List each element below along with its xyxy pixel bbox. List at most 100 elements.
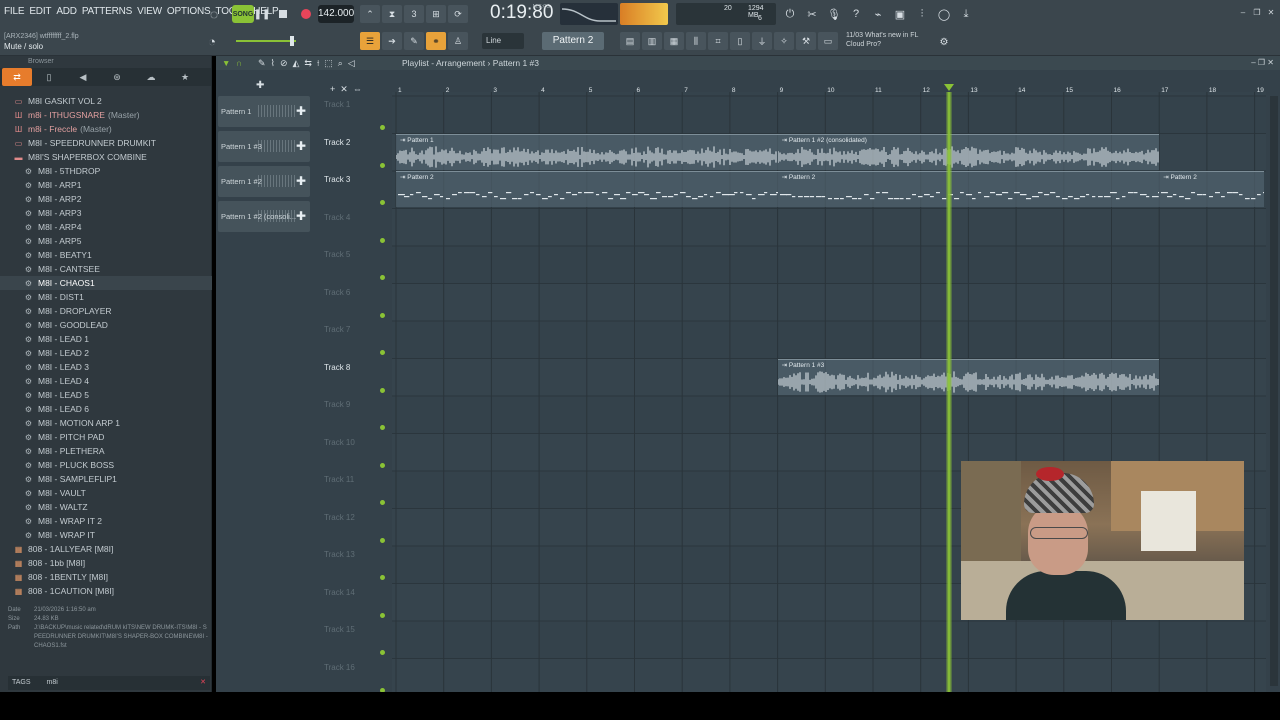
add-track-icon[interactable]: +: [330, 84, 335, 94]
cloud-tab-icon[interactable]: ☁: [134, 68, 168, 86]
browser-item[interactable]: ⚙ M8I - SAMPLEFLIP1: [0, 472, 212, 486]
browser-item[interactable]: ⚙ M8I - PLETHERA: [0, 444, 212, 458]
browser-item[interactable]: Шm8i - Freccle (Master): [0, 122, 212, 136]
pattern-add-icon[interactable]: ✚: [296, 131, 306, 162]
clip[interactable]: ⇥ Pattern 1 #3: [777, 358, 1160, 395]
track-header[interactable]: Track 10: [322, 434, 392, 472]
files-tab-icon[interactable]: ▯: [32, 68, 66, 86]
track-header[interactable]: Track 8: [322, 359, 392, 397]
master-volume-slider[interactable]: [236, 36, 296, 46]
tempo-display[interactable]: 142.000: [318, 5, 354, 23]
minimize-icon[interactable]: –: [1238, 8, 1248, 18]
pattern-item[interactable]: Pattern 1 #3 ✚: [218, 131, 310, 162]
menu-add[interactable]: ADD: [56, 6, 77, 17]
browser-item[interactable]: ⚙ M8I - PITCH PAD: [0, 430, 212, 444]
volume-slider-handle[interactable]: [290, 36, 294, 46]
track-mute-led[interactable]: [380, 312, 385, 318]
browser-item[interactable]: ▦ 808 - 1BENTLY [M8I]: [0, 570, 212, 584]
wait-input-icon[interactable]: ⧗: [382, 5, 402, 23]
resize-track-icon[interactable]: ⇔: [353, 84, 362, 94]
delete-icon[interactable]: ⊘: [280, 56, 288, 70]
browser-item[interactable]: ▬ M8I'S SHAPERBOX COMBINE: [0, 150, 212, 164]
clear-search-icon[interactable]: ✕: [200, 676, 206, 690]
browser-item[interactable]: ⚙ M8I - BEATY1: [0, 248, 212, 262]
metronome-icon[interactable]: ⌃: [360, 5, 380, 23]
channel-rack-icon[interactable]: ▥: [642, 32, 662, 50]
mixer-button-icon[interactable]: ⫼: [686, 32, 706, 50]
step-sequencer-icon[interactable]: ▦: [664, 32, 684, 50]
remove-track-icon[interactable]: ✕: [340, 84, 348, 94]
close-icon[interactable]: ✕: [1266, 8, 1276, 18]
track-mute-led[interactable]: [380, 200, 385, 205]
browser-item[interactable]: ▦ 808 - 1CAUTION [M8I]: [0, 584, 212, 598]
countdown-icon[interactable]: 3: [404, 5, 424, 23]
pause-button[interactable]: ❚❚: [254, 5, 271, 23]
add-pattern-icon[interactable]: ✚: [256, 80, 270, 92]
favorites-tab-icon[interactable]: ★: [168, 68, 202, 86]
menu-file[interactable]: FILE: [4, 6, 25, 17]
browser-item[interactable]: ⚙ M8I - VAULT: [0, 486, 212, 500]
track-mute-led[interactable]: [380, 387, 385, 393]
clip[interactable]: ⇥ Pattern 1: [396, 133, 778, 170]
browser-item[interactable]: ⚙ M8I - LEAD 3: [0, 360, 212, 374]
track-header[interactable]: Track 16: [322, 659, 392, 697]
browser-item[interactable]: ⚙ M8I - CHAOS1: [0, 276, 212, 290]
browser-item[interactable]: ⚙ M8I - LEAD 2: [0, 346, 212, 360]
select-icon[interactable]: ⬚: [324, 56, 333, 70]
track-header[interactable]: Track 5: [322, 246, 392, 284]
chat-icon[interactable]: ◯: [934, 4, 954, 24]
browser-item[interactable]: ▦ 808 - 1bb [M8I]: [0, 556, 212, 570]
browser-item[interactable]: ⚙ M8I - GOODLEAD: [0, 318, 212, 332]
plugins-tab-icon[interactable]: ◀: [66, 68, 100, 86]
browser-item[interactable]: ⚙ M8I - LEAD 1: [0, 332, 212, 346]
browser-item[interactable]: ⚙ M8I - LEAD 5: [0, 388, 212, 402]
pencil-icon[interactable]: ✎: [258, 56, 266, 70]
browser-item[interactable]: ⚙ M8I - PLUCK BOSS: [0, 458, 212, 472]
track-mute-led[interactable]: [380, 537, 385, 543]
browser-item[interactable]: ⚙ M8I - ARP1: [0, 178, 212, 192]
pattern-add-icon[interactable]: ✚: [296, 96, 306, 127]
zoom-icon[interactable]: ⌕: [338, 56, 343, 70]
all-tab-icon[interactable]: ⇄: [2, 68, 32, 86]
clip[interactable]: ⇥ Pattern 2: [777, 171, 1160, 207]
browser-item[interactable]: ⚙ M8I - MOTION ARP 1: [0, 416, 212, 430]
slice-icon[interactable]: ⟊: [317, 56, 319, 70]
song-mode-toggle[interactable]: SONG: [232, 5, 254, 23]
link-icon[interactable]: ⚭: [426, 32, 446, 50]
save-icon[interactable]: ▣: [890, 4, 910, 24]
plug-icon[interactable]: ⏚: [752, 32, 772, 50]
track-mute-led[interactable]: [380, 650, 385, 655]
undo-history-icon[interactable]: ⏻: [780, 4, 800, 24]
track-mute-led[interactable]: [380, 237, 385, 243]
microphone-icon[interactable]: 🎙: [824, 4, 844, 24]
search-input[interactable]: m8i: [47, 679, 58, 686]
time-display[interactable]: 0:19:80 M:S:CS: [490, 2, 553, 26]
menu-view[interactable]: VIEW: [137, 6, 162, 17]
track-header[interactable]: Track 7: [322, 321, 392, 359]
browser-item[interactable]: ⚙ M8I - DIST1: [0, 290, 212, 304]
browser-item[interactable]: ⚙ M8I - DROPLAYER: [0, 304, 212, 318]
step-edit-icon[interactable]: ⊞: [426, 5, 446, 23]
pattern-item[interactable]: Pattern 1 #2 ✚: [218, 166, 310, 197]
brush-icon[interactable]: ⌇: [271, 56, 275, 70]
track-mute-led[interactable]: [380, 162, 385, 168]
track-mute-led[interactable]: [380, 612, 385, 618]
download-icon[interactable]: ⤓: [956, 4, 976, 24]
browser-item[interactable]: ▭ M8I - SPEEDRUNNER DRUMKIT: [0, 136, 212, 150]
mixer-icon[interactable]: ⫶: [912, 4, 932, 24]
browser-item[interactable]: ⚙ M8I - LEAD 4: [0, 374, 212, 388]
track-header[interactable]: Track 3: [322, 171, 392, 209]
playlist-window-controls[interactable]: – ❐ ✕: [1251, 56, 1274, 70]
track-header[interactable]: Track 11: [322, 471, 392, 509]
track-header[interactable]: Track 1: [322, 96, 392, 134]
store-icon[interactable]: ▭: [818, 32, 838, 50]
browser-item[interactable]: ▭ M8I GASKIT VOL 2: [0, 94, 212, 108]
track-header[interactable]: Track 6: [322, 284, 392, 322]
browser-item[interactable]: ⚙ M8I - ARP3: [0, 206, 212, 220]
tempo-tapper-icon[interactable]: ⌁: [868, 4, 888, 24]
master-pitch-knob-icon[interactable]: ◔: [204, 32, 220, 50]
menu-patterns[interactable]: PATTERNS: [82, 6, 132, 17]
tools-icon[interactable]: ✧: [774, 32, 794, 50]
pattern-item[interactable]: Pattern 1 #2 (consoli...✚: [218, 201, 310, 232]
track-header[interactable]: Track 15: [322, 621, 392, 659]
